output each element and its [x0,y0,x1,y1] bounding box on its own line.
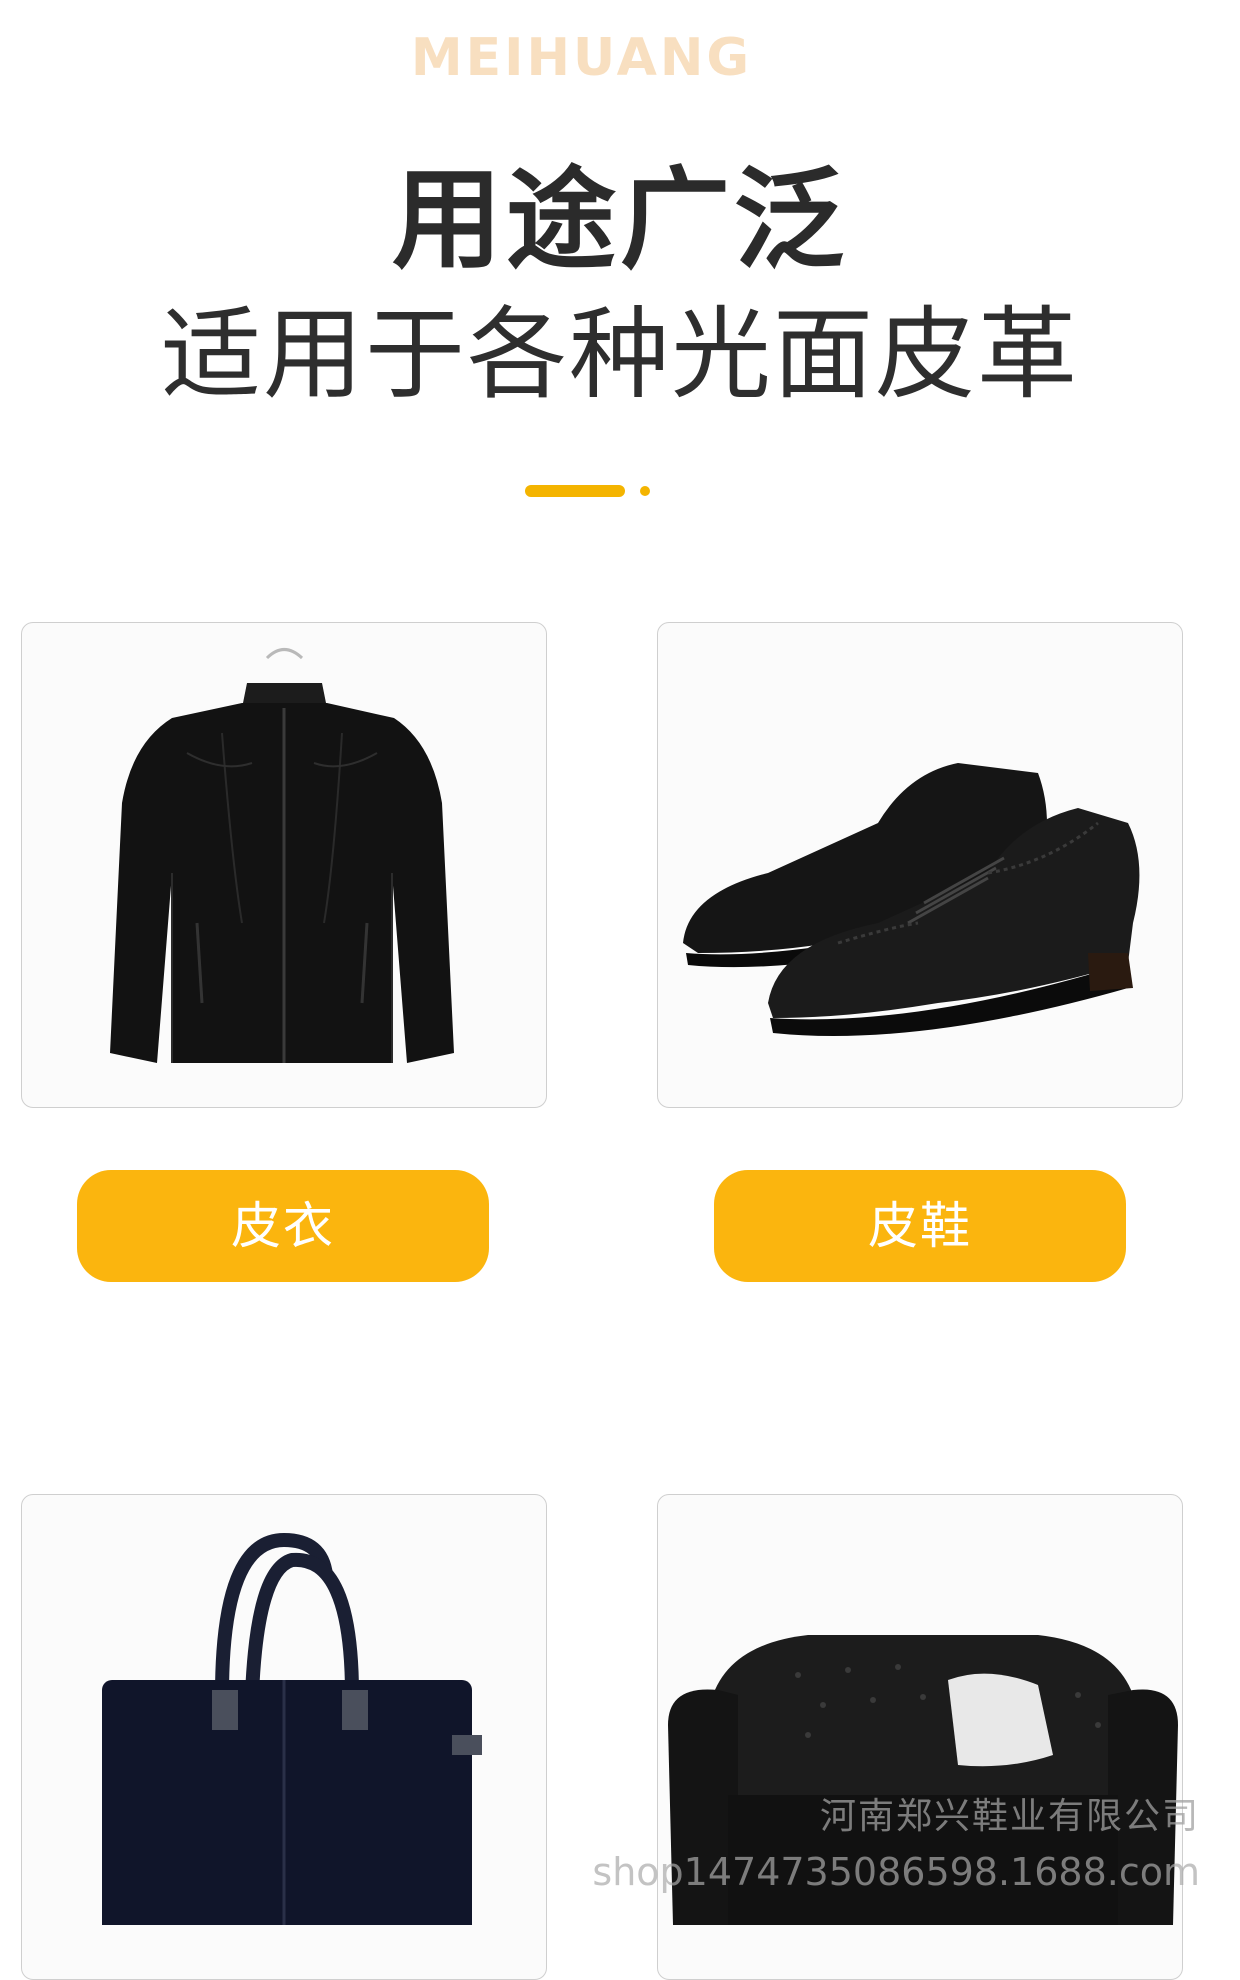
watermark-shop-url: shop1474735086598.1688.com [592,1850,1200,1894]
leather-handbag-image [102,1532,482,1925]
label-pill-jacket[interactable]: 皮衣 [77,1170,489,1282]
product-card-shoes[interactable] [657,622,1183,1108]
product-card-bag[interactable] [21,1494,547,1980]
watermark-company: 河南郑兴鞋业有限公司 [819,1796,1200,1837]
label-pill-shoes[interactable]: 皮鞋 [714,1170,1126,1282]
product-card-jacket[interactable] [21,622,547,1108]
leather-shoes-image [683,763,1140,1036]
leather-jacket-image [110,648,454,1063]
page-headline: 用途广泛 [392,156,848,284]
divider-dot [640,486,650,496]
brand-logo-text: MEIHUANG [410,28,753,88]
divider-bar [525,485,625,497]
page-subheadline: 适用于各种光面皮革 [161,296,1079,413]
product-card-sofa[interactable] [657,1494,1183,1980]
